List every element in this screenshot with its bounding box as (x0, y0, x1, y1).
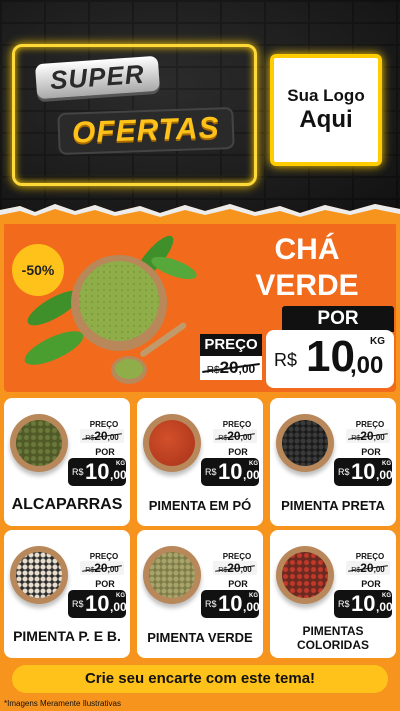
hero-name-line1: CHÁ (274, 233, 340, 266)
hero-unit: KG (370, 336, 385, 347)
product-name: PIMENTA VERDE (147, 630, 253, 645)
product-name: PIMENTA EM PÓ (148, 498, 252, 513)
product-name-line2: COLORIDAS (297, 638, 369, 652)
pepper-powder-bowl-image (143, 414, 201, 472)
currency: R$ (72, 467, 84, 477)
new-price: R$ 10,00 KG (334, 458, 393, 486)
torn-paper-edge (0, 204, 400, 224)
hero-old-price: R$20,00 (200, 356, 262, 380)
por-label: POR (95, 579, 115, 589)
price-cents: ,00 (110, 600, 127, 614)
por-label: POR (95, 447, 115, 457)
currency: R$ (205, 467, 217, 477)
flyer: SUPER OFERTAS Sua Logo Aqui -50% CHÁ VER… (0, 0, 400, 711)
product-card[interactable]: PREÇO R$20,00 POR R$10,00KG ALCAPARRAS (4, 398, 130, 526)
product-name-line1: PIMENTAS (302, 624, 364, 638)
product-card[interactable]: PREÇO R$20,00 POR R$10,00KG PIMENTA PRET… (270, 398, 396, 526)
mixed-peppercorns-bowl-image (276, 546, 334, 604)
price-cents: ,00 (243, 468, 260, 482)
preco-label: PREÇO (222, 420, 252, 429)
old-price: R$20,00 (213, 429, 257, 443)
hero-price-cents: ,00 (350, 352, 384, 379)
currency: R$ (205, 599, 217, 609)
cta-banner[interactable]: Crie seu encarte com este tema! (12, 665, 388, 693)
price-int: 10 (85, 591, 110, 616)
product-name: PIMENTAS COLORIDAS (270, 624, 396, 652)
unit: KG (116, 461, 125, 467)
price-cents: ,00 (376, 468, 393, 482)
black-pepper-bowl-image (276, 414, 334, 472)
hero-offer: -50% CHÁ VERDE PREÇO R$20,00 (4, 222, 396, 392)
old-price: R$20,00 (346, 429, 390, 443)
old-price: R$20,00 (80, 429, 124, 443)
product-name: PIMENTA P. E B. (13, 628, 121, 644)
preco-label: PREÇO (89, 552, 119, 561)
price-int: 10 (218, 591, 243, 616)
old-price: R$20,00 (213, 561, 257, 575)
new-price: R$ 10,00 KG (68, 458, 127, 486)
hero-currency: R$ (274, 350, 298, 370)
price-cents: ,00 (243, 600, 260, 614)
hero-new-price: R$ 10 ,00 KG (266, 330, 394, 388)
preco-label: PREÇO (355, 420, 385, 429)
price-int: 10 (351, 591, 376, 616)
hero-price-int: 10 (306, 332, 355, 381)
preco-label: PREÇO (355, 552, 385, 561)
currency: R$ (338, 467, 350, 477)
preco-label: PREÇO (222, 552, 252, 561)
hero-product-name: CHÁ VERDE (222, 232, 392, 304)
new-price: R$ 10,00 KG (201, 590, 260, 618)
price-int: 10 (351, 459, 376, 484)
por-label: POR (361, 579, 381, 589)
hero-preco-label: PREÇO (200, 334, 262, 356)
new-price: R$ 10,00 KG (68, 590, 127, 618)
new-price: R$ 10,00 KG (201, 458, 260, 486)
new-price: R$ 10,00 KG (334, 590, 393, 618)
product-card[interactable]: PREÇO R$20,00 POR R$10,00KG PIMENTAS COL… (270, 530, 396, 658)
title-ofertas: OFERTAS (57, 106, 235, 156)
price-int: 10 (218, 459, 243, 484)
product-name: PIMENTA PRETA (281, 498, 385, 513)
capers-bowl-image (10, 414, 68, 472)
currency: R$ (72, 599, 84, 609)
disclaimer: *Imagens Meramente Ilustrativas (4, 699, 121, 708)
hero-por-label: POR (282, 306, 394, 332)
old-price: R$20,00 (346, 561, 390, 575)
hero-name-line2: VERDE (255, 269, 359, 302)
brick-header: SUPER OFERTAS Sua Logo Aqui (0, 0, 400, 215)
por-label: POR (361, 447, 381, 457)
unit: KG (249, 593, 258, 599)
unit: KG (382, 593, 391, 599)
product-name: ALCAPARRAS (11, 496, 123, 513)
price-cents: ,00 (376, 600, 393, 614)
preco-label: PREÇO (89, 420, 119, 429)
price-cents: ,00 (110, 468, 127, 482)
product-card[interactable]: PREÇO R$20,00 POR R$10,00KG PIMENTA VERD… (137, 530, 263, 658)
discount-badge: -50% (12, 244, 64, 296)
unit: KG (249, 461, 258, 467)
price-int: 10 (85, 459, 110, 484)
logo-placeholder[interactable]: Sua Logo Aqui (270, 54, 382, 166)
green-pepper-bowl-image (143, 546, 201, 604)
logo-text-line2: Aqui (299, 106, 353, 133)
por-label: POR (228, 579, 248, 589)
currency: R$ (338, 599, 350, 609)
product-card[interactable]: PREÇO R$20,00 POR R$10,00KG PIMENTA EM P… (137, 398, 263, 526)
product-card[interactable]: PREÇO R$20,00 POR R$10,00KG PIMENTA P. E… (4, 530, 130, 658)
black-white-pepper-bowl-image (10, 546, 68, 604)
unit: KG (382, 461, 391, 467)
unit: KG (116, 593, 125, 599)
old-price: R$20,00 (80, 561, 124, 575)
por-label: POR (228, 447, 248, 457)
logo-text-line1: Sua Logo (287, 86, 365, 105)
